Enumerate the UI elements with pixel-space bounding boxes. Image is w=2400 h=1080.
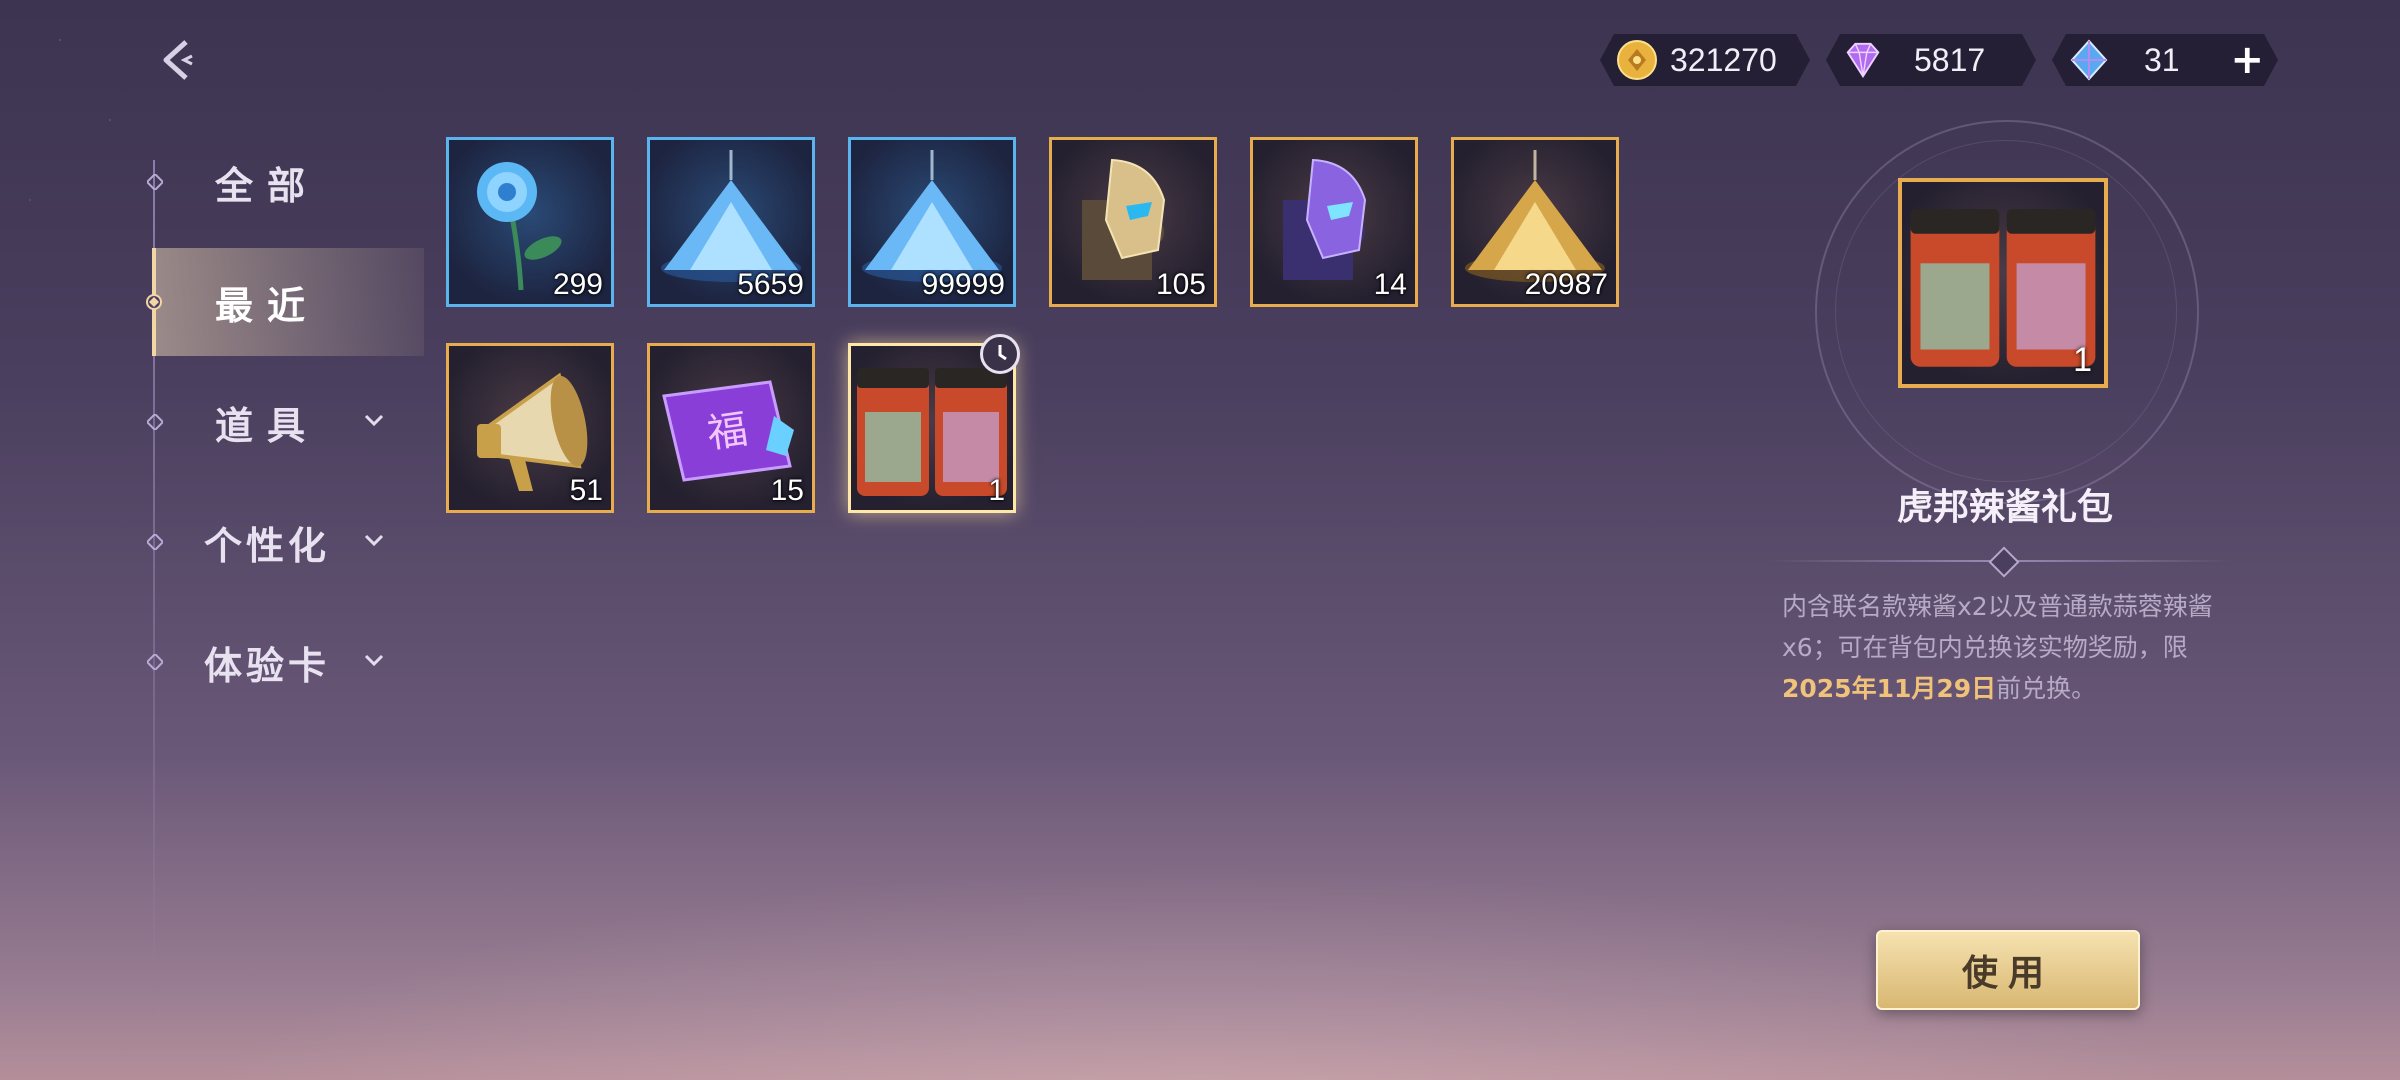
item-count: 1 [988, 474, 1005, 507]
crystal-currency: 31 + [2052, 34, 2278, 86]
inventory-item-fu-ticket[interactable]: 福 15 [647, 343, 815, 513]
item-count: 105 [1155, 268, 1206, 301]
sidebar-item-label: 个性化 [204, 523, 331, 568]
divider-ornament-icon [1988, 546, 2020, 578]
inventory-item-gold-helmet-puzzle[interactable]: 105 [1049, 137, 1217, 307]
purple-diamond-icon [1842, 39, 1884, 81]
back-button[interactable] [150, 30, 210, 90]
selected-item-preview: 1 [1898, 178, 2108, 388]
deadline-date: 2025年11月29日 [1782, 674, 1997, 703]
sidebar-item-all[interactable]: 全部 [140, 142, 420, 222]
diamond-currency: 5817 [1826, 34, 2036, 86]
item-count: 51 [569, 474, 603, 507]
inventory-item-gold-crystal-pile[interactable]: 20987 [1451, 137, 1619, 307]
sidebar-item-label: 道具 [215, 403, 320, 448]
item-count: 1 [2073, 341, 2092, 379]
inventory-item-megaphone[interactable]: 51 [446, 343, 614, 513]
diamond-marker-icon [147, 534, 163, 550]
blue-crystal-icon [2068, 39, 2110, 81]
inventory-item-blue-crystal-pile[interactable]: 99999 [848, 137, 1016, 307]
use-button[interactable]: 使用 [1876, 930, 2140, 1010]
item-count: 20987 [1524, 268, 1608, 301]
description-text: 内含联名款辣酱x2以及普通款蒜蓉辣酱x6；可在背包内兑换该实物奖励，限 [1782, 592, 2213, 662]
sidebar-item-label: 体验卡 [204, 643, 331, 688]
sidebar-item-trial-card[interactable]: 体验卡 [140, 622, 420, 702]
inventory-item-blue-rose[interactable]: 299 [446, 137, 614, 307]
add-crystal-button[interactable]: + [2230, 38, 2264, 82]
diamond-marker-icon [147, 174, 163, 190]
gold-amount: 321270 [1670, 41, 1777, 78]
timer-icon [980, 334, 1020, 374]
gold-coin-icon [1616, 39, 1658, 81]
diamond-marker-icon [147, 654, 163, 670]
sidebar-item-label: 全部 [215, 163, 320, 208]
diamond-marker-icon [146, 294, 162, 310]
svg-text:福: 福 [704, 406, 750, 457]
item-count: 5659 [737, 268, 804, 301]
sidebar-item-props[interactable]: 道具 [140, 382, 420, 462]
description-text-end: 前兑换。 [1996, 674, 2097, 703]
diamond-marker-icon [147, 414, 163, 430]
chevron-down-icon [364, 534, 384, 547]
item-count: 99999 [921, 268, 1005, 301]
gold-currency: 321270 [1600, 34, 1810, 86]
back-arrow-icon [163, 40, 193, 80]
item-count: 299 [552, 268, 603, 301]
inventory-item-blue-crystal-pile[interactable]: 5659 [647, 137, 815, 307]
item-count: 14 [1373, 268, 1407, 301]
diamond-amount: 5817 [1914, 41, 1986, 78]
crystal-amount: 31 [2144, 41, 2180, 78]
item-count: 15 [770, 474, 804, 507]
sidebar-item-label: 最近 [215, 283, 320, 328]
item-title: 虎邦辣酱礼包 [1896, 487, 2113, 528]
chevron-down-icon [364, 654, 384, 667]
item-description: 内含联名款辣酱x2以及普通款蒜蓉辣酱x6；可在背包内兑换该实物奖励，限 2025年… [1782, 586, 2222, 709]
sidebar-item-personalize[interactable]: 个性化 [140, 502, 420, 582]
chevron-down-icon [364, 414, 384, 427]
inventory-item-purple-helmet-puzzle[interactable]: 14 [1250, 137, 1418, 307]
sidebar-item-recent[interactable]: 最近 [146, 248, 424, 356]
